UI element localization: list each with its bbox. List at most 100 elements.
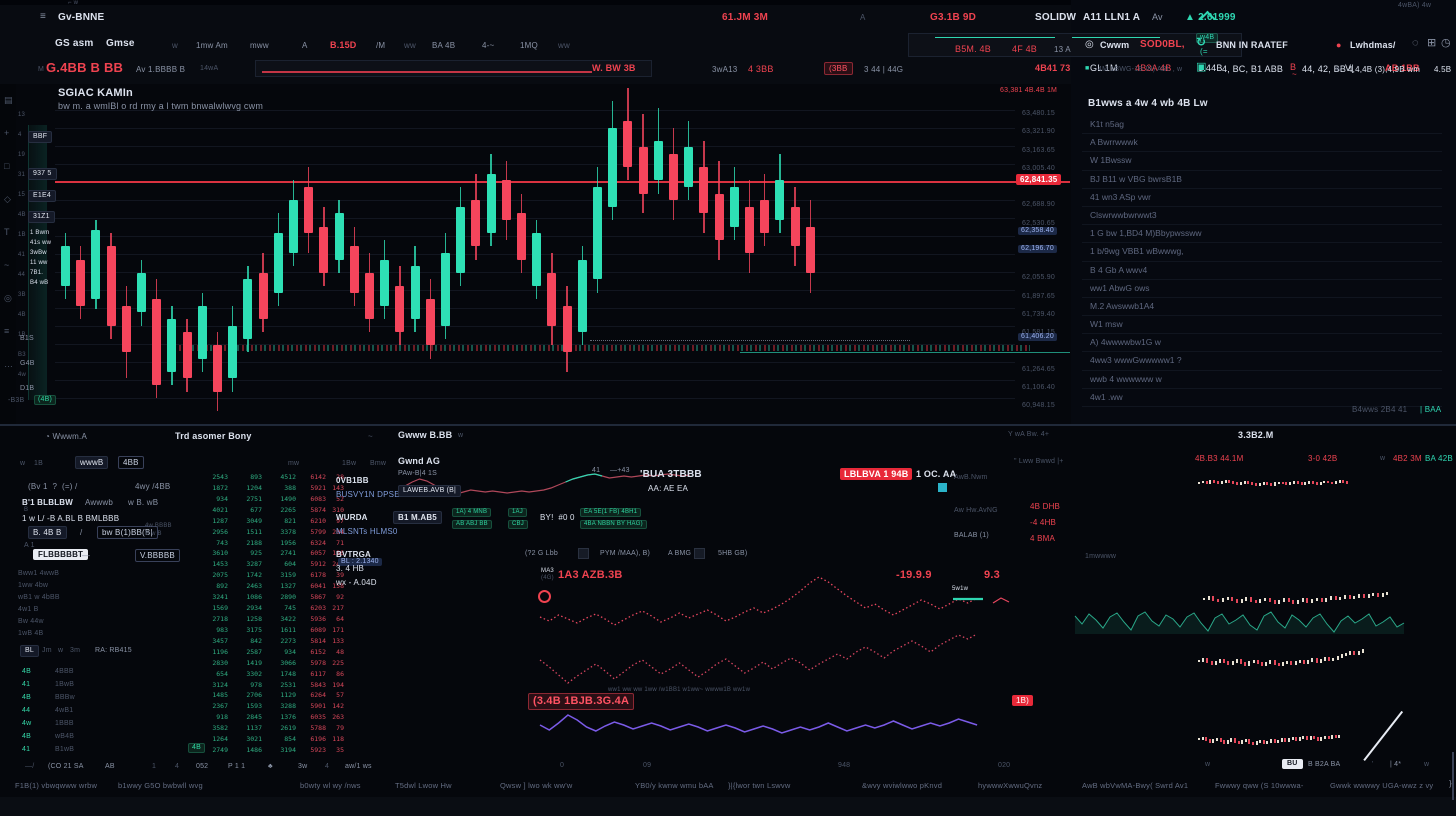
tool-wave-icon[interactable]: ~ xyxy=(4,260,9,270)
text-label[interactable]: A xyxy=(302,41,308,50)
text-label[interactable]: 3w xyxy=(298,763,307,771)
chart-title: SGIAC KAMIn xyxy=(58,87,133,100)
text-label: Awwwb xyxy=(85,498,113,507)
cancel-order-button[interactable]: V.BBBBB xyxy=(135,549,180,562)
tool-layout-icon[interactable]: ▤ xyxy=(4,95,13,105)
series-swatch-icon: ■ xyxy=(1085,65,1089,73)
tool-shape-icon[interactable]: ◇ xyxy=(4,194,11,204)
text-label: AwB.Nwm xyxy=(954,474,988,482)
text-label: 4 3BB xyxy=(748,64,774,74)
text-label[interactable]: BA 4B xyxy=(432,41,455,50)
text-label[interactable]: Jm xyxy=(42,647,52,655)
text-label: -B3B xyxy=(8,397,24,405)
text-label: Aw Hw.AvNG xyxy=(954,507,998,515)
text-label[interactable]: Gmse xyxy=(106,38,135,50)
text-label[interactable]: 4 xyxy=(175,763,179,771)
qty-input[interactable]: B. 4B B xyxy=(28,526,67,539)
text-label: 4B xyxy=(18,212,26,219)
panel-title-mid: Gwww B.BB xyxy=(398,430,452,440)
text-label: Gwnd AG xyxy=(398,456,440,466)
text-label[interactable]: 052 xyxy=(196,763,208,771)
text-label: 4B xyxy=(18,312,26,319)
timeframe-button[interactable]: BL xyxy=(20,645,39,657)
text-label: B w B xyxy=(145,531,162,538)
text-label[interactable]: 3m xyxy=(70,647,80,655)
clock-icon[interactable]: ◷ xyxy=(1441,37,1451,50)
text-label[interactable]: mww xyxy=(250,41,269,50)
text-label: 1B xyxy=(18,232,26,239)
text-label: -19.9.9 xyxy=(896,569,932,582)
text-label: 7B1. xyxy=(30,270,43,277)
text-label[interactable]: 4-~ xyxy=(482,41,494,50)
order-tab-a[interactable]: wwwB xyxy=(75,456,108,469)
text-label: 1BBB xyxy=(55,720,74,728)
order-price-label: 62,196.70 xyxy=(1018,245,1057,253)
order-tab-b[interactable]: 4BB xyxy=(118,456,144,469)
text-label: 62,055.90 xyxy=(1022,274,1055,282)
text-label: ▲ 2.61999 xyxy=(1185,12,1236,24)
alert-dot-icon: ● xyxy=(1336,40,1342,50)
text-label: 1ww 4bw xyxy=(18,582,48,590)
tool-more-icon[interactable]: … xyxy=(4,359,13,369)
text-label[interactable]: AB xyxy=(105,763,115,771)
text-label: 44 xyxy=(18,272,25,279)
app-title: Gv-BNNE xyxy=(58,12,104,24)
text-label: -4 4HB xyxy=(1030,518,1056,527)
text-label: 4B DHB xyxy=(1030,502,1060,511)
text-overlay: ⌐ w≡Gv-BNNE61.JM 3MAG3.1B 9DSOLIDWAv▲ 2.… xyxy=(0,0,1456,816)
text-label[interactable]: 4 xyxy=(325,763,329,771)
text-label: (4B) xyxy=(34,395,56,405)
user-icon[interactable]: ◌ xyxy=(1412,37,1419,50)
tool-rect-icon[interactable]: □ xyxy=(4,161,10,171)
text-label: Lwhdmas/ xyxy=(1350,40,1396,50)
symbol-button[interactable]: GS asm xyxy=(55,38,93,50)
text-label[interactable]: 1mw Am xyxy=(196,41,228,50)
text-label: 61.JM 3M xyxy=(722,12,768,24)
tool-lines-icon[interactable]: ≡ xyxy=(4,326,9,336)
text-label: AwB wbVwMA-Bwy( Swrd Av1 xyxy=(1082,782,1188,791)
text-label[interactable]: 1MQ xyxy=(520,41,538,50)
text-label: 19 xyxy=(18,152,25,159)
text-label: B1wB xyxy=(55,746,74,754)
text-label[interactable]: P 1 1 xyxy=(228,763,245,771)
text-label: BVTRGA xyxy=(336,550,371,559)
text-label: 13 xyxy=(18,112,25,119)
panel-title-right: 3.3B2.M xyxy=(1238,430,1273,440)
menu-icon[interactable]: ≡ xyxy=(40,11,46,23)
right-panel-title: A11 LLN1 A xyxy=(1083,12,1140,24)
text-label: W. BW 3B xyxy=(592,63,636,73)
text-label[interactable]: | 4* xyxy=(1390,761,1401,769)
text-label: 14wA xyxy=(200,65,218,73)
wallet-icon: ▣ xyxy=(1196,61,1207,74)
text-label: 63,480.15 xyxy=(1022,110,1055,118)
text-label: AB ABJ BB xyxy=(452,520,492,529)
text-label: B3 xyxy=(18,352,26,359)
club-icon[interactable]: ♣ xyxy=(268,763,273,771)
text-label: Av 1.BBBB B xyxy=(136,65,185,74)
text-label: B'1 BLBLBW xyxy=(22,498,73,507)
text-label: A BMG xyxy=(668,550,691,558)
zoom-button[interactable]: BU xyxy=(1282,759,1303,769)
text-label: 41 xyxy=(18,252,25,259)
text-label: 020 xyxy=(998,762,1010,770)
text-label: BNN IN RAATEF xyxy=(1216,40,1288,50)
text-label: RA: RB415 xyxy=(95,647,132,655)
text-label: Bmw xyxy=(370,460,386,468)
submit-order-button[interactable]: FLBBBBBT xyxy=(33,549,88,560)
text-label: 4BA NBBN BY HAG) xyxy=(580,520,647,529)
text-label: 60,948.15 xyxy=(1022,402,1055,410)
text-label: / xyxy=(80,528,82,537)
text-label: B.15D xyxy=(330,40,357,50)
panel-left-tab[interactable]: ◔ Wwwm.A xyxy=(45,432,87,441)
tool-text-icon[interactable]: T xyxy=(4,227,10,237)
text-label: 1A3 AZB.3B xyxy=(558,569,623,582)
tool-cross-icon[interactable]: + xyxy=(4,128,9,138)
text-label: 4w xyxy=(22,720,31,728)
text-label[interactable]: /M xyxy=(376,41,385,50)
text-label[interactable]: w xyxy=(58,647,63,655)
refresh-icon[interactable]: ↻ xyxy=(1196,36,1206,50)
tool-target-icon[interactable]: ◎ xyxy=(4,293,12,303)
text-label[interactable]: 1 xyxy=(152,763,156,771)
apps-grid-icon[interactable]: ⊞ xyxy=(1427,37,1436,50)
edit-icon[interactable]: —/ xyxy=(25,763,34,771)
